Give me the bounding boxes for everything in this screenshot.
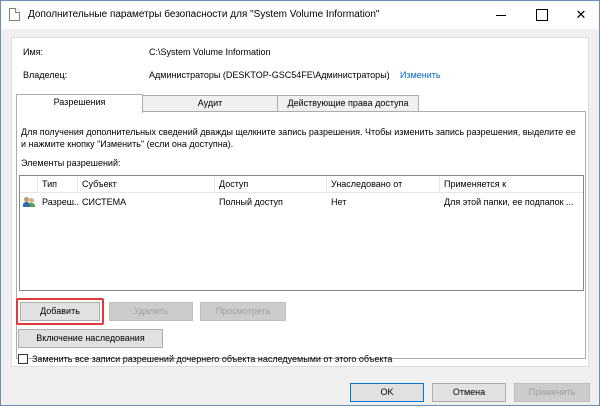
entry-principal: СИСТЕМА [82,197,127,207]
remove-button[interactable]: Удалить [109,302,193,321]
column-header-access[interactable]: Доступ [215,176,327,193]
name-value: C:\System Volume Information [149,47,271,57]
permission-entry-row[interactable]: Разреш... СИСТЕМА Полный доступ Нет Для … [20,194,583,210]
column-header-spacer [20,176,38,193]
permission-entries-list[interactable]: Тип Субъект Доступ Унаследовано от Приме… [19,175,584,291]
enable-inheritance-button[interactable]: Включение наследования [18,329,163,348]
tab-strip: Разрешения Аудит Действующие права досту… [16,94,586,113]
entry-access: Полный доступ [219,197,283,207]
column-header-principal[interactable]: Субъект [78,176,215,193]
tab-audit[interactable]: Аудит [142,95,278,111]
window-title: Дополнительные параметры безопасности дл… [28,9,380,20]
permissions-description: Для получения дополнительных сведений дв… [21,127,576,149]
tab-effective-access[interactable]: Действующие права доступа [277,95,419,111]
replace-child-permissions-label[interactable]: Заменить все записи разрешений дочернего… [32,354,392,364]
users-icon [23,197,36,207]
column-header-inherited[interactable]: Унаследовано от [327,176,440,193]
permission-entries-label: Элементы разрешений: [21,158,121,168]
view-button[interactable]: Просмотреть [200,302,286,321]
list-header: Тип Субъект Доступ Унаследовано от Приме… [20,176,583,193]
ok-button[interactable]: OK [350,383,424,402]
apply-button[interactable]: Применить [514,383,590,402]
security-dialog: Дополнительные параметры безопасности дл… [0,0,600,406]
add-button[interactable]: Добавить [20,302,100,321]
change-owner-link[interactable]: Изменить [400,70,441,80]
tab-permissions[interactable]: Разрешения [16,94,143,113]
replace-child-permissions-checkbox[interactable] [18,354,28,364]
title-bar: Дополнительные параметры безопасности дл… [1,1,599,29]
owner-label: Владелец: [23,70,68,80]
entry-applies-to: Для этой папки, ее подпапок ... [444,197,574,207]
minimize-button[interactable] [481,1,521,29]
maximize-button[interactable] [521,1,561,29]
owner-value: Администраторы (DESKTOP-GSC54FE\Админист… [149,70,390,80]
entry-inherited: Нет [331,197,347,207]
entry-type: Разреш... [42,197,78,207]
cancel-button[interactable]: Отмена [432,383,506,402]
column-header-applies-to[interactable]: Применяется к [440,176,583,193]
document-icon [9,8,20,21]
name-label: Имя: [23,47,44,57]
close-button[interactable]: ✕ [561,1,600,29]
column-header-type[interactable]: Тип [38,176,78,193]
